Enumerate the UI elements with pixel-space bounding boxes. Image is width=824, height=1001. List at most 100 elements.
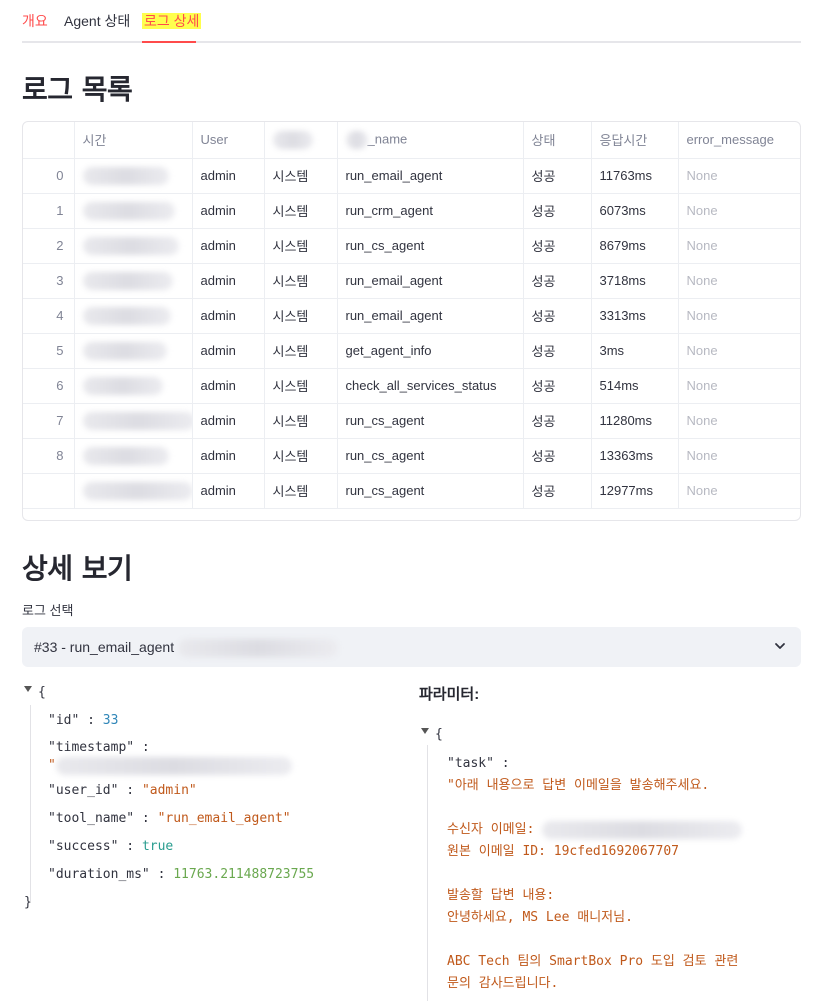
log-list-title: 로그 목록 [22, 73, 133, 106]
cell-time [74, 263, 193, 299]
table-row[interactable]: 1 admin 시스템 run_crm_agent 성공 6073ms None [23, 193, 800, 229]
table-row[interactable]: 6 admin 시스템 check_all_services_status 성공 514m… [23, 368, 800, 404]
cell-time [74, 333, 193, 369]
cell-index: 5 [23, 333, 75, 369]
json-row-tool: "tool_name" : "run_email_agent" [48, 811, 291, 826]
table-row[interactable]: 2 admin 시스템 run_cs_agent 성공 8679ms None [23, 228, 800, 264]
cell-duration: 13363ms [591, 438, 679, 474]
cell-status: 성공 [523, 263, 592, 299]
cell-type: 시스템 [264, 438, 338, 474]
cell-error: None [678, 368, 800, 404]
cell-type: 시스템 [264, 368, 338, 404]
cell-index: 4 [23, 298, 75, 334]
cell-status: 성공 [523, 298, 592, 334]
cell-time [74, 298, 193, 334]
cell-index: 0 [23, 158, 75, 194]
cell-type: 시스템 [264, 228, 338, 264]
collapse-toggle-icon[interactable] [421, 728, 429, 734]
cell-tool-name: run_crm_agent [337, 193, 524, 229]
tab-log-detail[interactable]: 로그 상세 [142, 11, 202, 31]
redacted-timestamp [178, 639, 339, 658]
cell-index: 7 [23, 403, 75, 439]
cell-time [74, 403, 193, 439]
cell-duration: 3ms [591, 333, 679, 369]
cell-user: admin [192, 298, 265, 334]
cell-time [74, 368, 193, 404]
cell-type: 시스템 [264, 158, 338, 194]
col-header-type[interactable] [264, 122, 338, 159]
table-row[interactable]: 7 admin 시스템 run_cs_agent 성공 11280ms None [23, 403, 800, 439]
collapse-toggle-icon[interactable] [24, 686, 32, 692]
table-row[interactable]: admin 시스템 run_cs_agent 성공 12977ms None [23, 473, 800, 509]
cell-index: 6 [23, 368, 75, 404]
tab-agent-status[interactable]: Agent 상태 [64, 11, 130, 31]
cell-status: 성공 [523, 368, 592, 404]
cell-user: admin [192, 473, 265, 509]
redacted-timestamp [82, 306, 171, 325]
cell-duration: 6073ms [591, 193, 679, 229]
col-header-duration[interactable]: 응답시간 [591, 122, 679, 159]
col-header-error[interactable]: error_message [678, 122, 800, 159]
cell-error: None [678, 403, 800, 439]
cell-status: 성공 [523, 438, 592, 474]
col-header-time[interactable]: 시간 [74, 122, 193, 159]
col-header-tool-name-label: _name [367, 131, 408, 147]
table-header-row: 시간 User _name 상태 응답시간 error_message [23, 122, 800, 159]
redacted-timestamp [82, 201, 175, 220]
redacted-header [272, 130, 313, 149]
cell-status: 성공 [523, 228, 592, 264]
log-select[interactable]: #33 - run_email_agent [22, 627, 801, 667]
cell-index [23, 473, 75, 509]
cell-duration: 12977ms [591, 473, 679, 509]
cell-duration: 3313ms [591, 298, 679, 334]
cell-type: 시스템 [264, 333, 338, 369]
col-header-tool-name[interactable]: _name [337, 122, 524, 159]
cell-time [74, 228, 193, 264]
tab-log-detail-label: 로그 상세 [142, 13, 202, 29]
col-header-user[interactable]: User [192, 122, 265, 159]
table-row[interactable]: 5 admin 시스템 get_agent_info 성공 3ms None [23, 333, 800, 369]
cell-user: admin [192, 263, 265, 299]
cell-tool-name: check_all_services_status [337, 368, 524, 404]
cell-time [74, 473, 193, 509]
json-row-id: "id" : 33 [48, 713, 119, 728]
json-close-brace: } [24, 895, 32, 910]
table-row[interactable]: 0 admin 시스템 run_email_agent 성공 11763ms None [23, 158, 800, 194]
cell-index: 2 [23, 228, 75, 264]
params-json-viewer[interactable]: { "task" : "아래 내용으로 답변 이메일을 발송해주세요. 수신자 … [421, 721, 743, 995]
table-row[interactable]: 8 admin 시스템 run_cs_agent 성공 13363ms None [23, 438, 800, 474]
cell-error: None [678, 438, 800, 474]
log-table[interactable]: 시간 User _name 상태 응답시간 error_message 0 adm… [22, 121, 801, 521]
redacted-timestamp [82, 446, 169, 465]
cell-type: 시스템 [264, 403, 338, 439]
json-row-user: "user_id" : "admin" [48, 783, 197, 798]
tab-overview[interactable]: 개요 [22, 11, 48, 31]
cell-tool-name: run_email_agent [337, 263, 524, 299]
table-row[interactable]: 4 admin 시스템 run_email_agent 성공 3313ms None [23, 298, 800, 334]
cell-duration: 11280ms [591, 403, 679, 439]
log-json-viewer[interactable]: { "id" : 33 "timestamp" : " "user_id" : … [24, 679, 314, 917]
cell-time [74, 438, 193, 474]
log-select-value: #33 - run_email_agent [34, 639, 339, 658]
cell-user: admin [192, 193, 265, 229]
redacted-timestamp [82, 376, 163, 395]
cell-type: 시스템 [264, 473, 338, 509]
cell-time [74, 158, 193, 194]
cell-user: admin [192, 333, 265, 369]
cell-tool-name: run_email_agent [337, 298, 524, 334]
cell-status: 성공 [523, 473, 592, 509]
table-row[interactable]: 3 admin 시스템 run_email_agent 성공 3718ms None [23, 263, 800, 299]
col-header-status[interactable]: 상태 [523, 122, 592, 159]
cell-tool-name: run_email_agent [337, 158, 524, 194]
redacted-value [55, 756, 292, 775]
cell-status: 성공 [523, 403, 592, 439]
redacted-email [542, 820, 743, 839]
col-header-index[interactable] [23, 122, 75, 159]
cell-tool-name: get_agent_info [337, 333, 524, 369]
cell-user: admin [192, 368, 265, 404]
cell-status: 성공 [523, 158, 592, 194]
cell-status: 성공 [523, 193, 592, 229]
redacted-timestamp [82, 236, 179, 255]
active-tab-indicator [142, 41, 196, 43]
json-row-timestamp-value: " [24, 755, 314, 777]
